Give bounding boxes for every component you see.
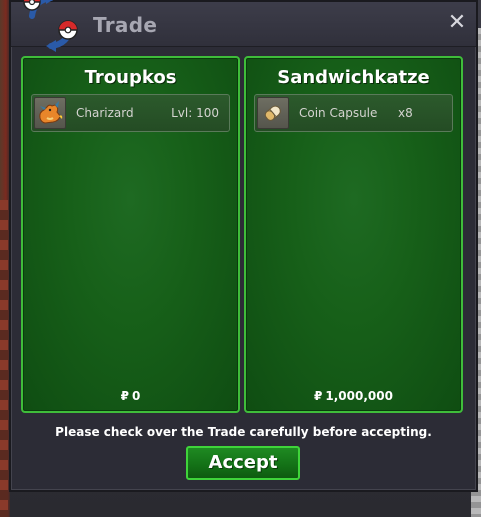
pokedollar-icon: ₽ <box>120 389 129 403</box>
charizard-icon <box>34 97 66 129</box>
trade-window: Trade ✕ Troupkos Charizard Lvl: 100 ₽0 S… <box>9 0 478 492</box>
money-offer: ₽1,000,000 <box>246 389 461 403</box>
trade-item-slot[interactable]: Charizard Lvl: 100 <box>31 94 230 132</box>
item-quantity: x8 <box>398 106 413 120</box>
trader-name: Sandwichkatze <box>277 67 430 88</box>
game-background-left <box>0 200 8 517</box>
trader-name: Troupkos <box>84 67 177 88</box>
money-offer: ₽0 <box>23 389 238 403</box>
money-amount: 0 <box>132 389 141 403</box>
trader-panel-left: Troupkos Charizard Lvl: 100 ₽0 <box>21 56 240 413</box>
trade-notice: Please check over the Trade carefully be… <box>55 425 432 439</box>
coin-capsule-icon <box>257 97 289 129</box>
window-title: Trade <box>93 13 158 37</box>
trade-item-slot[interactable]: Coin Capsule x8 <box>254 94 453 132</box>
pokedollar-icon: ₽ <box>314 389 323 403</box>
item-name: Coin Capsule <box>299 106 378 120</box>
accept-button[interactable]: Accept <box>186 446 300 480</box>
trader-panel-right: Sandwichkatze Coin Capsule x8 ₽1,000,000 <box>244 56 463 413</box>
close-icon[interactable]: ✕ <box>446 12 468 34</box>
item-level: Lvl: 100 <box>171 106 219 120</box>
trade-logo-icon <box>23 0 78 52</box>
money-amount: 1,000,000 <box>325 389 393 403</box>
item-name: Charizard <box>76 106 134 120</box>
